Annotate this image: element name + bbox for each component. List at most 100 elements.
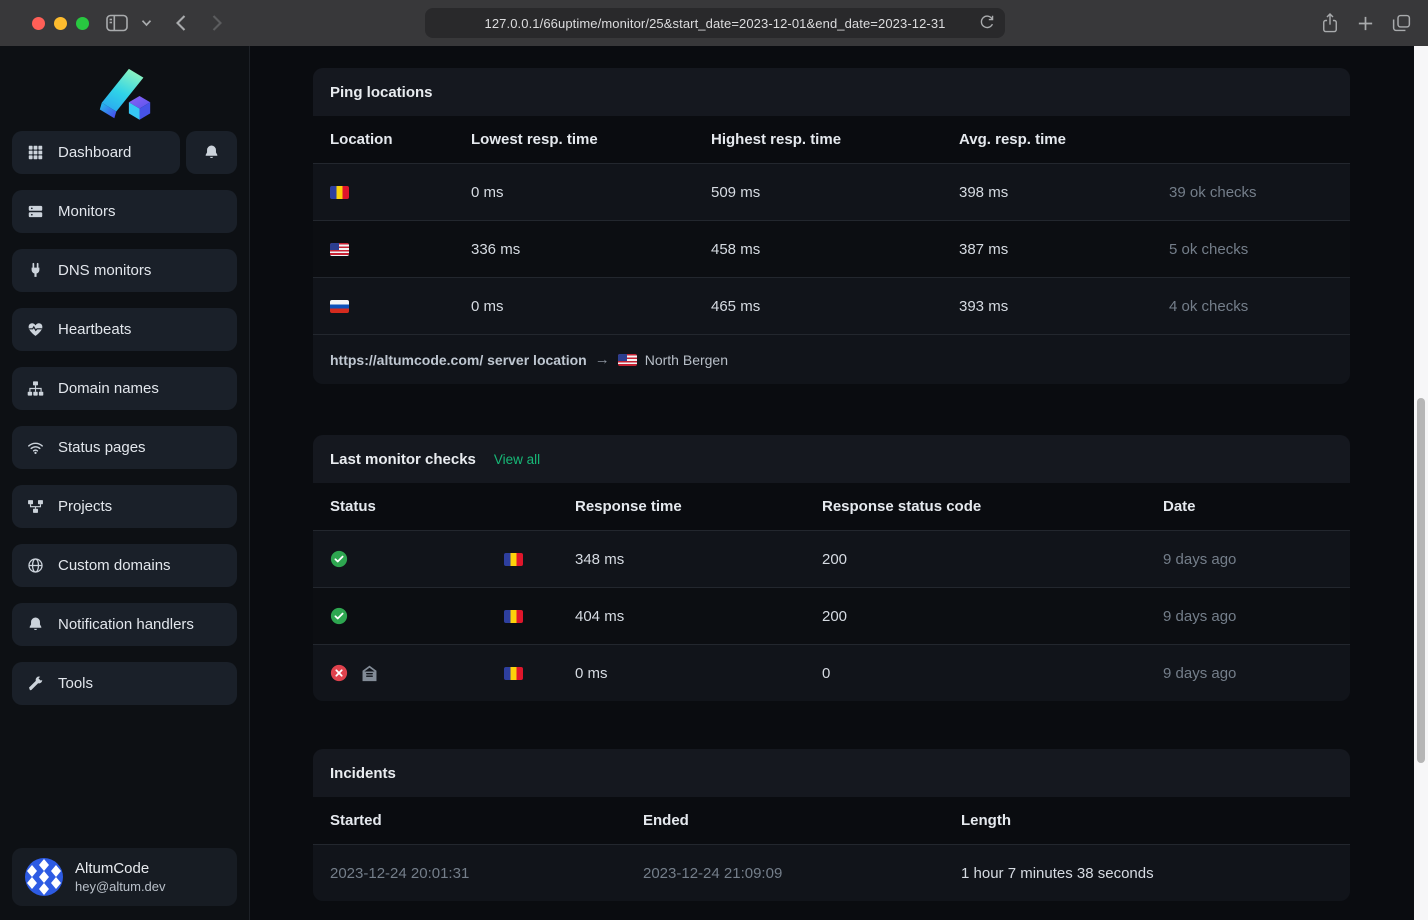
response-time: 0 ms	[558, 665, 805, 682]
sidebar-item-monitors[interactable]: Monitors	[12, 190, 237, 233]
response-status-code: 200	[805, 551, 1146, 568]
scrollbar-thumb[interactable]	[1417, 398, 1425, 763]
view-all-link[interactable]: View all	[494, 452, 540, 467]
united-states-flag-icon	[618, 354, 637, 366]
ok-checks: 5 ok checks	[1152, 241, 1350, 258]
back-button[interactable]	[174, 13, 187, 33]
column-header: Response status code	[805, 498, 1146, 515]
notification-sent-envelope-icon	[361, 665, 378, 682]
sidebar-item-domain-names[interactable]: Domain names	[12, 367, 237, 410]
avg-resp-time: 398 ms	[942, 184, 1152, 201]
response-time: 348 ms	[558, 551, 805, 568]
column-header: Avg. resp. time	[942, 131, 1152, 148]
new-tab-icon[interactable]	[1356, 14, 1375, 33]
table-row: 0 ms 0 9 days ago	[313, 644, 1350, 701]
reload-icon[interactable]	[978, 13, 996, 36]
sidebar-item-label: Monitors	[58, 203, 116, 220]
check-date: 9 days ago	[1146, 551, 1350, 568]
sidebar-item-heartbeats[interactable]: Heartbeats	[12, 308, 237, 351]
sidebar-toggle-icon[interactable]	[105, 13, 129, 33]
romania-flag-icon	[504, 610, 523, 623]
highest-resp-time: 465 ms	[694, 298, 942, 315]
sidebar-item-label: DNS monitors	[58, 262, 151, 279]
column-header: Highest resp. time	[694, 131, 942, 148]
user-name: AltumCode	[75, 860, 166, 877]
sidebar-item-label: Heartbeats	[58, 321, 131, 338]
column-header: Location	[313, 131, 454, 148]
server-location-value: North Bergen	[645, 352, 728, 368]
sidebar-item-projects[interactable]: Projects	[12, 485, 237, 528]
plug-icon	[27, 262, 45, 280]
sidebar-item-dashboard[interactable]: Dashboard	[12, 131, 180, 174]
bell-icon	[27, 616, 45, 634]
card-title: Last monitor checks	[330, 451, 476, 468]
sidebar-item-label: Projects	[58, 498, 112, 515]
response-status-code: 0	[805, 665, 1146, 682]
window-controls	[32, 17, 89, 30]
incident-ended: 2023-12-24 21:09:09	[626, 865, 944, 882]
sidebar-item-label: Notification handlers	[58, 616, 194, 633]
highest-resp-time: 458 ms	[694, 241, 942, 258]
table-row: 336 ms 458 ms 387 ms 5 ok checks	[313, 220, 1350, 277]
united-states-flag-icon	[330, 243, 349, 256]
table-row: 348 ms 200 9 days ago	[313, 530, 1350, 587]
sidebar: Dashboard Monitors	[0, 46, 250, 920]
zoom-window-button[interactable]	[76, 17, 89, 30]
chevron-down-icon[interactable]	[141, 19, 152, 27]
table-row: 2023-12-24 20:01:31 2023-12-24 21:09:09 …	[313, 844, 1350, 901]
ok-checks: 39 ok checks	[1152, 184, 1350, 201]
romania-flag-icon	[330, 186, 349, 199]
notifications-button[interactable]	[186, 131, 237, 174]
column-header: Response time	[558, 498, 805, 515]
check-date: 9 days ago	[1146, 608, 1350, 625]
checks-table-header: Status Response time Response status cod…	[313, 483, 1350, 530]
sidebar-item-custom-domains[interactable]: Custom domains	[12, 544, 237, 587]
incident-started: 2023-12-24 20:01:31	[313, 865, 626, 882]
share-icon[interactable]	[1320, 12, 1340, 34]
avg-resp-time: 393 ms	[942, 298, 1152, 315]
romania-flag-icon	[504, 667, 523, 680]
table-row: 404 ms 200 9 days ago	[313, 587, 1350, 644]
response-status-code: 200	[805, 608, 1146, 625]
server-location-label: https://altumcode.com/ server location	[330, 352, 587, 368]
sidebar-item-label: Custom domains	[58, 557, 171, 574]
sitemap-icon	[27, 380, 45, 398]
user-card[interactable]: AltumCode hey@altum.dev	[12, 848, 237, 906]
lowest-resp-time: 0 ms	[454, 298, 694, 315]
sidebar-item-tools[interactable]: Tools	[12, 662, 237, 705]
minimize-window-button[interactable]	[54, 17, 67, 30]
table-row: 0 ms 465 ms 393 ms 4 ok checks	[313, 277, 1350, 334]
scrollbar-track[interactable]	[1414, 46, 1428, 920]
response-time: 404 ms	[558, 608, 805, 625]
last-monitor-checks-card: Last monitor checks View all Status Resp…	[313, 435, 1350, 701]
lowest-resp-time: 0 ms	[454, 184, 694, 201]
column-header: Started	[313, 812, 626, 829]
highest-resp-time: 509 ms	[694, 184, 942, 201]
close-window-button[interactable]	[32, 17, 45, 30]
grid-icon	[27, 144, 45, 162]
lowest-resp-time: 336 ms	[454, 241, 694, 258]
russia-flag-icon	[330, 300, 349, 313]
server-location-footer: https://altumcode.com/ server location →…	[313, 334, 1350, 384]
sidebar-item-notification-handlers[interactable]: Notification handlers	[12, 603, 237, 646]
column-header: Ended	[626, 812, 944, 829]
tab-overview-icon[interactable]	[1391, 13, 1412, 33]
sidebar-item-label: Domain names	[58, 380, 159, 397]
column-header: Lowest resp. time	[454, 131, 694, 148]
ping-table-header: Location Lowest resp. time Highest resp.…	[313, 116, 1350, 163]
sidebar-item-dns-monitors[interactable]: DNS monitors	[12, 249, 237, 292]
status-up-icon	[330, 550, 348, 568]
user-email: hey@altum.dev	[75, 879, 166, 894]
address-bar[interactable]: 127.0.0.1/66uptime/monitor/25&start_date…	[425, 8, 1005, 38]
sidebar-item-label: Status pages	[58, 439, 146, 456]
sidebar-item-status-pages[interactable]: Status pages	[12, 426, 237, 469]
column-header: Length	[944, 812, 1350, 829]
server-icon	[27, 203, 45, 221]
app-logo[interactable]	[12, 58, 237, 131]
column-header: Status	[313, 498, 558, 515]
avg-resp-time: 387 ms	[942, 241, 1152, 258]
check-date: 9 days ago	[1146, 665, 1350, 682]
forward-button[interactable]	[211, 13, 224, 33]
card-title: Incidents	[330, 765, 396, 782]
url-text: 127.0.0.1/66uptime/monitor/25&start_date…	[485, 16, 946, 31]
